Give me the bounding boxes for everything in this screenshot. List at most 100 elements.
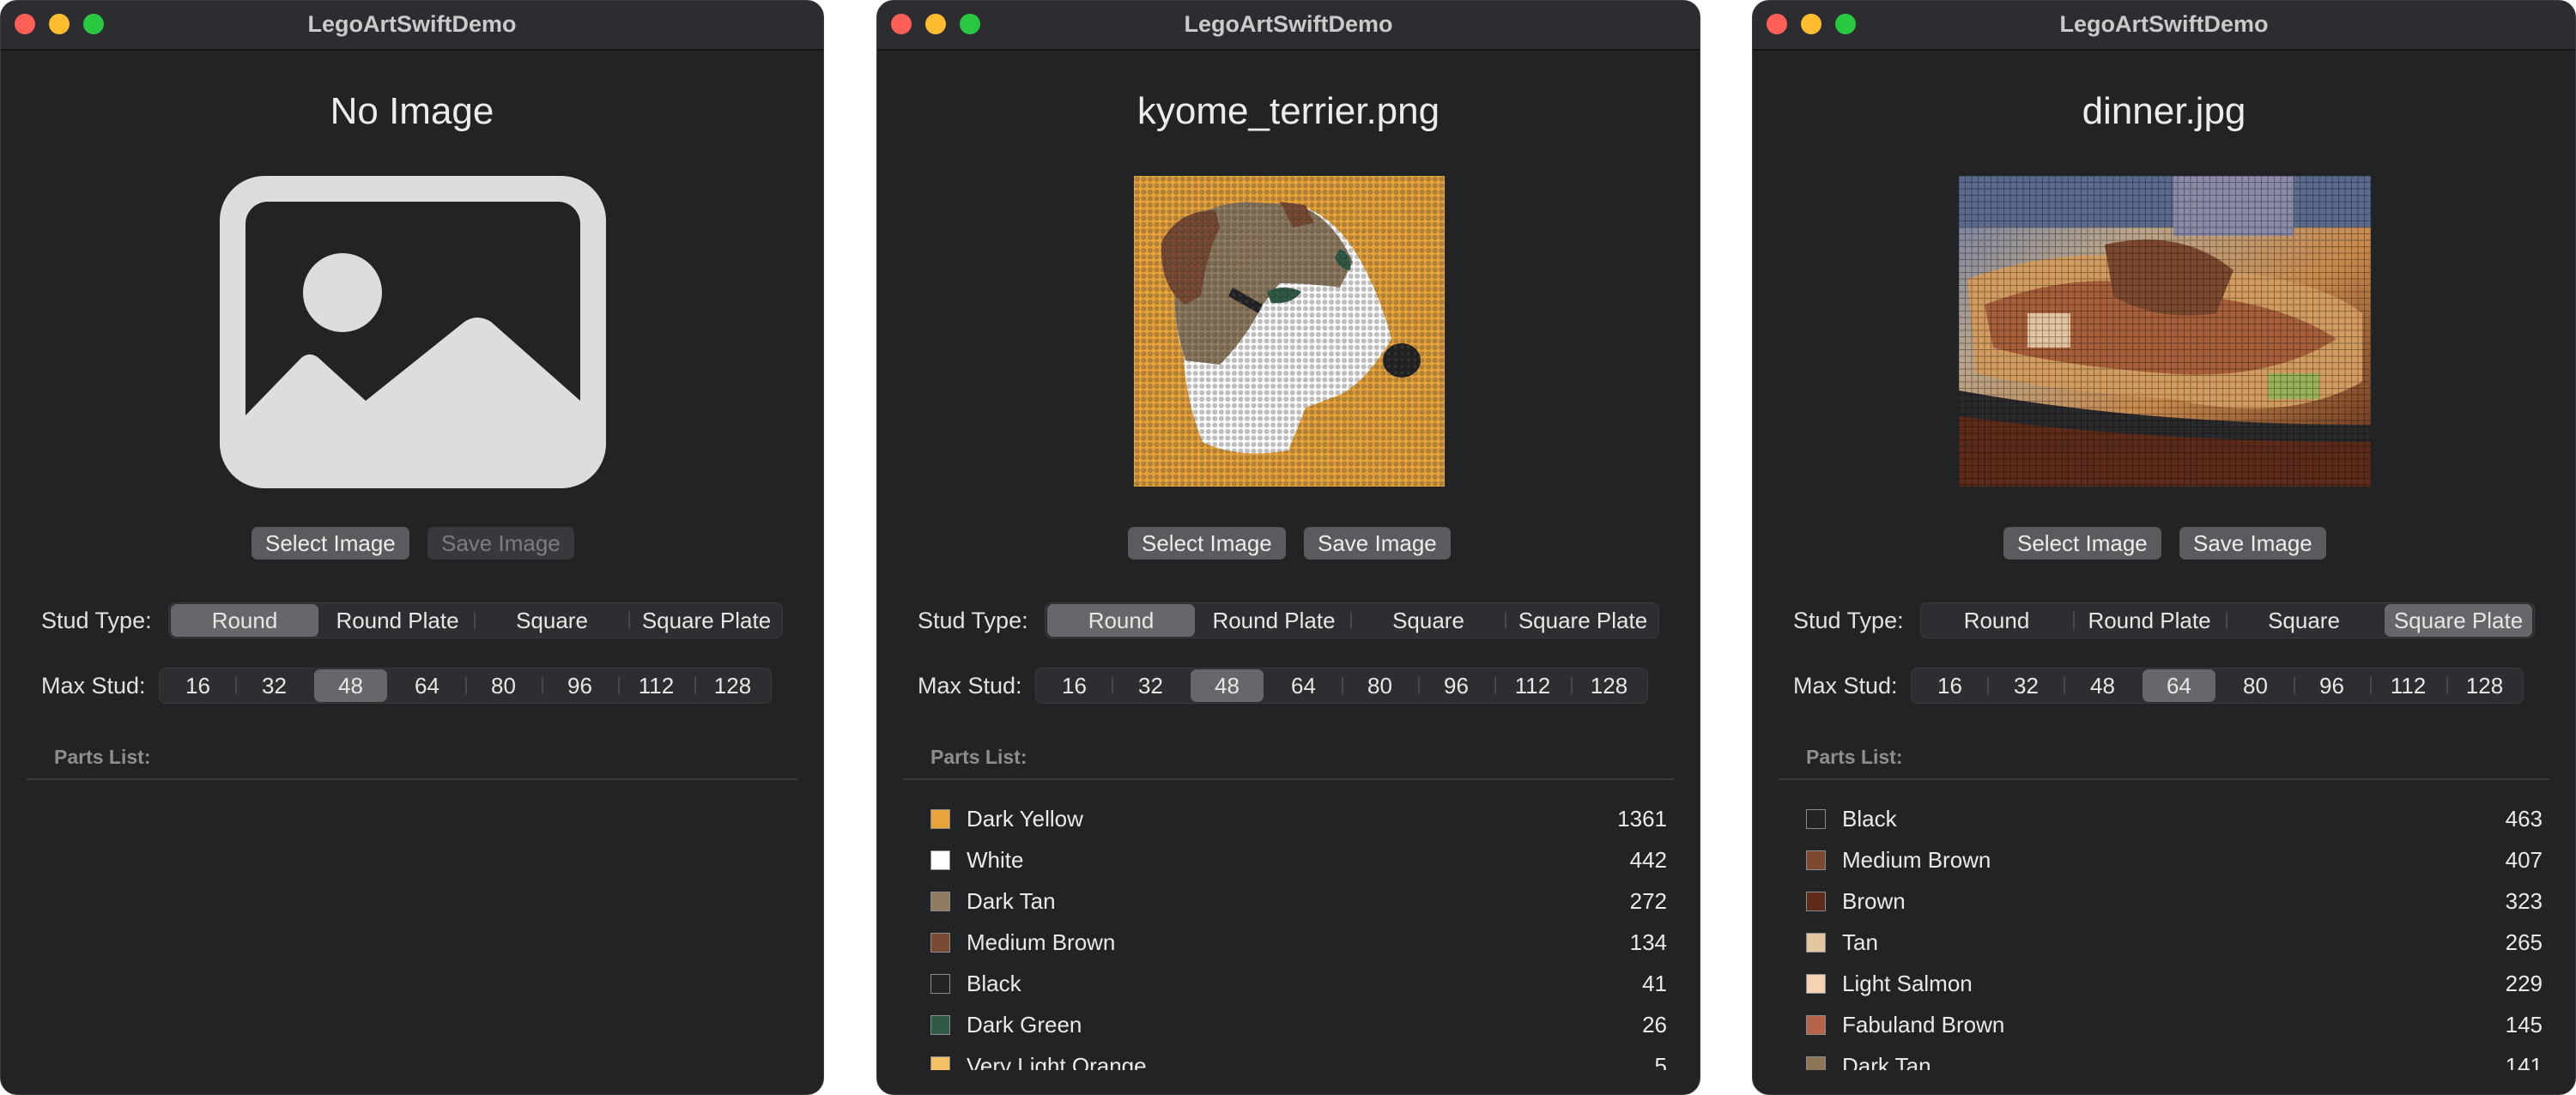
parts-list[interactable]: Dark Yellow 1361 White 442 Dark Tan 272 … [930, 802, 1667, 1070]
select-image-button[interactable]: Select Image [2003, 527, 2161, 560]
max-stud-option-96[interactable]: 96 [1420, 668, 1493, 703]
part-count: 1361 [1617, 806, 1667, 832]
stud-type-option-round-plate[interactable]: Round Plate [324, 603, 471, 638]
parts-list-item[interactable]: Tan 265 [1806, 926, 2543, 967]
save-image-button[interactable]: Save Image [427, 527, 574, 560]
max-stud-option-80[interactable]: 80 [467, 668, 540, 703]
max-stud-label: Max Stud: [918, 673, 1022, 699]
color-swatch [930, 1056, 950, 1070]
app-window-1: LegoArtSwiftDemo No Image Select Image S… [0, 0, 824, 1095]
max-stud-option-64[interactable]: 64 [391, 668, 464, 703]
stud-type-option-square[interactable]: Square [2230, 603, 2378, 638]
parts-list-item[interactable]: Dark Green 26 [930, 1008, 1667, 1050]
parts-list-item[interactable]: Medium Brown 134 [930, 926, 1667, 967]
app-window-3: LegoArtSwiftDemo dinner.jpg Select Image… [1752, 0, 2576, 1095]
stud-type-option-round[interactable]: Round [171, 604, 318, 637]
stud-type-option-round[interactable]: Round [1047, 604, 1195, 637]
stud-type-option-square-plate[interactable]: Square Plate [2385, 604, 2532, 637]
part-name: Fabuland Brown [1842, 1012, 2005, 1038]
stud-type-option-square-plate[interactable]: Square Plate [1509, 603, 1657, 638]
parts-list-item[interactable]: Brown 323 [1806, 885, 2543, 926]
stud-type-option-round[interactable]: Round [1923, 603, 2070, 638]
lego-mosaic-preview [1134, 176, 1445, 487]
max-stud-option-64[interactable]: 64 [1267, 668, 1340, 703]
color-swatch [930, 933, 950, 953]
part-count: 26 [1642, 1012, 1667, 1038]
stud-type-label: Stud Type: [918, 608, 1028, 633]
max-stud-option-32[interactable]: 32 [1990, 668, 2063, 703]
max-stud-picker: 16 32 48 64 80 96 112 128 [1911, 668, 2524, 704]
parts-list-item[interactable]: Black 463 [1806, 802, 2543, 844]
title-bar[interactable]: LegoArtSwiftDemo [1753, 1, 2575, 51]
color-swatch [930, 892, 950, 911]
max-stud-option-96[interactable]: 96 [543, 668, 616, 703]
max-stud-option-112[interactable]: 112 [620, 668, 693, 703]
select-image-button[interactable]: Select Image [1128, 527, 1286, 560]
max-stud-option-16[interactable]: 16 [1913, 668, 1986, 703]
max-stud-picker: 16 32 48 64 80 96 112 128 [159, 668, 772, 704]
stud-type-label: Stud Type: [41, 608, 152, 633]
parts-list-item[interactable]: White 442 [930, 844, 1667, 885]
max-stud-option-80[interactable]: 80 [2219, 668, 2292, 703]
title-bar[interactable]: LegoArtSwiftDemo [877, 1, 1700, 51]
color-swatch [1806, 1015, 1826, 1035]
segment-divider [2073, 612, 2075, 629]
parts-list-item[interactable]: Medium Brown 407 [1806, 844, 2543, 885]
select-image-button[interactable]: Select Image [252, 527, 409, 560]
part-count: 145 [2505, 1012, 2543, 1038]
color-swatch [1806, 850, 1826, 870]
color-swatch [930, 850, 950, 870]
part-count: 442 [1629, 847, 1667, 873]
stud-type-label: Stud Type: [1793, 608, 1904, 633]
part-count: 229 [2505, 971, 2543, 996]
segment-divider [1112, 677, 1113, 694]
max-stud-option-80[interactable]: 80 [1343, 668, 1416, 703]
color-swatch [1806, 809, 1826, 829]
part-count: 272 [1629, 888, 1667, 914]
segment-divider [2064, 677, 2065, 694]
max-stud-option-32[interactable]: 32 [1114, 668, 1187, 703]
parts-list-header: Parts List: [1806, 746, 1903, 768]
max-stud-option-64[interactable]: 64 [2143, 669, 2215, 702]
parts-list-divider [903, 778, 1674, 780]
save-image-button[interactable]: Save Image [2179, 527, 2326, 560]
stud-type-option-round-plate[interactable]: Round Plate [1200, 603, 1348, 638]
parts-list-item[interactable]: Black 41 [930, 967, 1667, 1008]
max-stud-option-48[interactable]: 48 [314, 669, 387, 702]
segment-divider [235, 677, 237, 694]
stud-type-option-square[interactable]: Square [478, 603, 626, 638]
parts-list-header: Parts List: [54, 746, 151, 768]
max-stud-option-128[interactable]: 128 [2448, 668, 2521, 703]
parts-list-item[interactable]: Dark Tan 272 [930, 885, 1667, 926]
max-stud-option-16[interactable]: 16 [1038, 668, 1111, 703]
parts-list-divider [27, 778, 797, 780]
parts-list-item[interactable]: Very Light Orange 5 [930, 1050, 1667, 1070]
max-stud-option-32[interactable]: 32 [238, 668, 311, 703]
max-stud-option-128[interactable]: 128 [696, 668, 769, 703]
parts-list-item[interactable]: Dark Tan 141 [1806, 1050, 2543, 1070]
part-count: 5 [1654, 1053, 1667, 1070]
stud-type-option-round-plate[interactable]: Round Plate [2076, 603, 2223, 638]
stud-type-option-square[interactable]: Square [1355, 603, 1502, 638]
max-stud-option-96[interactable]: 96 [2295, 668, 2368, 703]
max-stud-option-128[interactable]: 128 [1573, 668, 1646, 703]
color-swatch [930, 1015, 950, 1035]
parts-list-item[interactable]: Fabuland Brown 145 [1806, 1008, 2543, 1050]
parts-list[interactable] [54, 802, 791, 1070]
max-stud-option-112[interactable]: 112 [1496, 668, 1569, 703]
save-image-button[interactable]: Save Image [1304, 527, 1451, 560]
max-stud-option-112[interactable]: 112 [2372, 668, 2445, 703]
parts-list-item[interactable]: Dark Yellow 1361 [930, 802, 1667, 844]
max-stud-option-48[interactable]: 48 [1191, 669, 1264, 702]
max-stud-option-48[interactable]: 48 [2066, 668, 2139, 703]
parts-list-item[interactable]: Light Salmon 229 [1806, 967, 2543, 1008]
app-window-2: LegoArtSwiftDemo kyome_terrier.png Selec… [876, 0, 1700, 1095]
parts-list[interactable]: Black 463 Medium Brown 407 Brown 323 Tan… [1806, 802, 2543, 1070]
stud-type-option-square-plate[interactable]: Square Plate [633, 603, 780, 638]
segment-divider [1350, 612, 1352, 629]
part-name: Dark Green [967, 1012, 1082, 1038]
title-bar[interactable]: LegoArtSwiftDemo [1, 1, 823, 51]
part-count: 407 [2505, 847, 2543, 873]
max-stud-option-16[interactable]: 16 [161, 668, 234, 703]
segment-divider [628, 612, 630, 629]
